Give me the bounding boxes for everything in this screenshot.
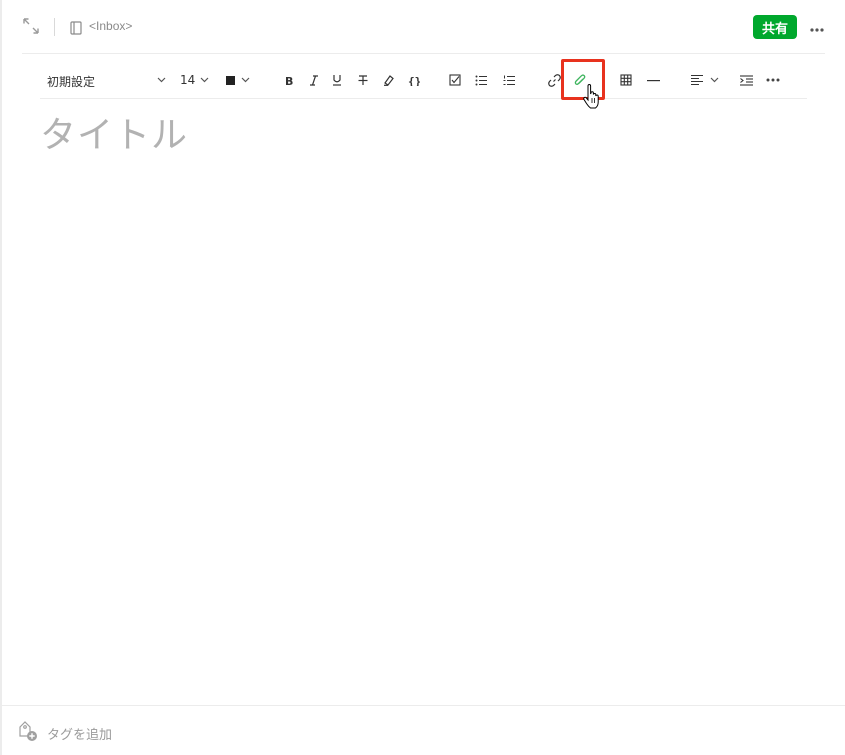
chevron-down-icon xyxy=(241,75,250,84)
strikethrough-icon[interactable] xyxy=(355,62,371,98)
svg-text:B: B xyxy=(285,75,293,86)
link-icon[interactable] xyxy=(545,62,563,98)
header-divider xyxy=(54,18,55,36)
note-title-input[interactable]: タイトル xyxy=(40,106,188,158)
table-icon[interactable] xyxy=(617,62,635,98)
formatting-toolbar: 初期設定 14 B {} xyxy=(40,62,807,98)
more-formatting-icon[interactable] xyxy=(764,62,782,98)
italic-icon[interactable] xyxy=(306,62,322,98)
note-header: <Inbox> 共有 xyxy=(0,0,845,54)
checklist-icon[interactable] xyxy=(447,62,463,98)
alignment-select[interactable] xyxy=(688,62,722,98)
notebook-icon xyxy=(70,20,82,35)
font-family-select[interactable]: 初期設定 xyxy=(40,62,170,98)
bold-icon[interactable]: B xyxy=(282,62,298,98)
font-size-select[interactable]: 14 xyxy=(174,62,212,98)
text-color-select[interactable] xyxy=(220,62,254,98)
indent-icon[interactable] xyxy=(737,62,755,98)
underline-icon[interactable] xyxy=(329,62,345,98)
chevron-down-icon xyxy=(157,75,166,84)
hand-pointer-icon xyxy=(583,83,601,110)
align-left-icon xyxy=(691,74,703,85)
share-button[interactable]: 共有 xyxy=(753,15,797,39)
header-separator xyxy=(22,53,825,54)
more-options-icon[interactable] xyxy=(809,21,825,33)
footer-separator xyxy=(2,705,845,706)
horizontal-rule-icon[interactable] xyxy=(644,62,662,98)
font-size-value: 14 xyxy=(180,73,196,87)
add-tag-label[interactable]: タグを追加 xyxy=(47,724,112,743)
notebook-name[interactable]: <Inbox> xyxy=(89,19,132,33)
expand-icon[interactable] xyxy=(22,17,40,35)
bulleted-list-icon[interactable] xyxy=(472,62,490,98)
chevron-down-icon xyxy=(200,75,209,84)
toolbar-separator xyxy=(40,98,807,99)
add-tag-icon[interactable] xyxy=(17,720,39,742)
color-swatch-icon xyxy=(226,76,235,85)
svg-text:{}: {} xyxy=(408,75,420,86)
highlight-icon[interactable] xyxy=(380,62,398,98)
left-border xyxy=(0,0,2,755)
chevron-down-icon xyxy=(710,75,719,84)
font-family-value: 初期設定 xyxy=(47,75,96,89)
code-block-icon[interactable]: {} xyxy=(406,62,422,98)
numbered-list-icon[interactable] xyxy=(500,62,518,98)
